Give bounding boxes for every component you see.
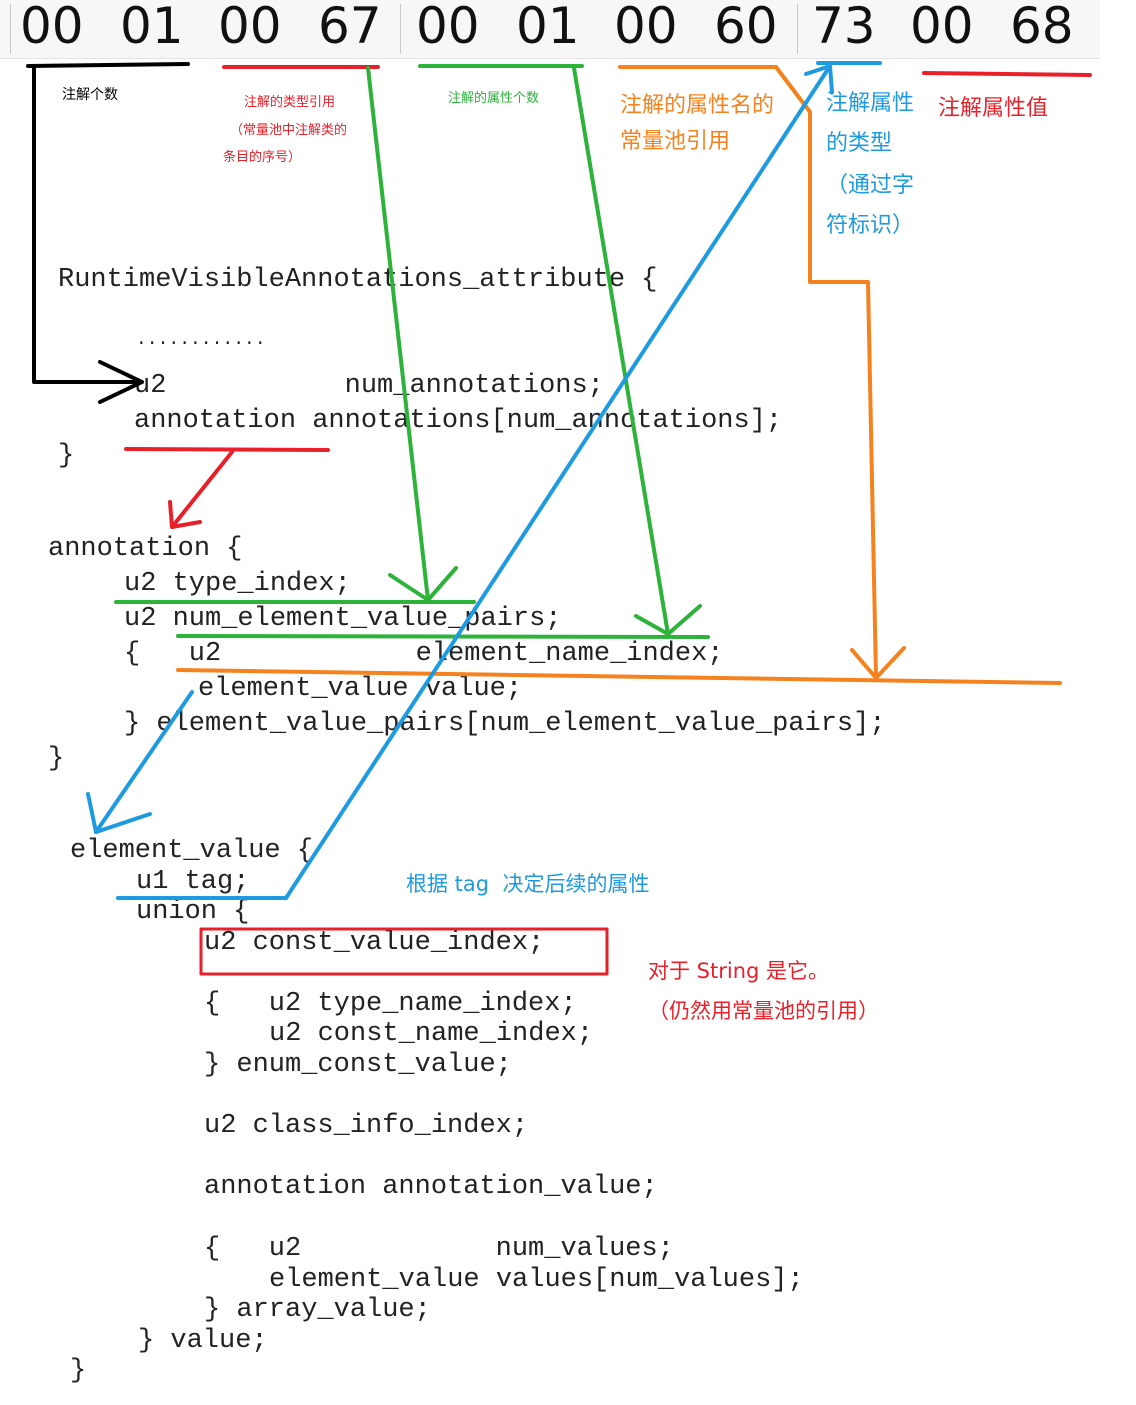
blue-connector — [94, 690, 194, 834]
blue-connector — [284, 64, 832, 900]
green-connector — [366, 66, 430, 602]
orange-connector — [774, 65, 878, 680]
red-underline — [124, 447, 330, 452]
red-connector — [170, 450, 234, 529]
annotation-structure-diagram: 00 01 00 67 00 01 00 60 73 00 68 注解个数 注解… — [0, 0, 1136, 1405]
black-connector — [32, 66, 144, 384]
orange-arrowhead — [850, 646, 906, 680]
green-connector — [572, 66, 670, 636]
arrow-overlay — [26, 61, 1092, 976]
green-underline — [176, 634, 710, 639]
const-value-box — [199, 927, 609, 976]
red-underline — [922, 71, 1092, 77]
orange-underline — [176, 668, 1062, 685]
black-underline — [26, 62, 190, 68]
